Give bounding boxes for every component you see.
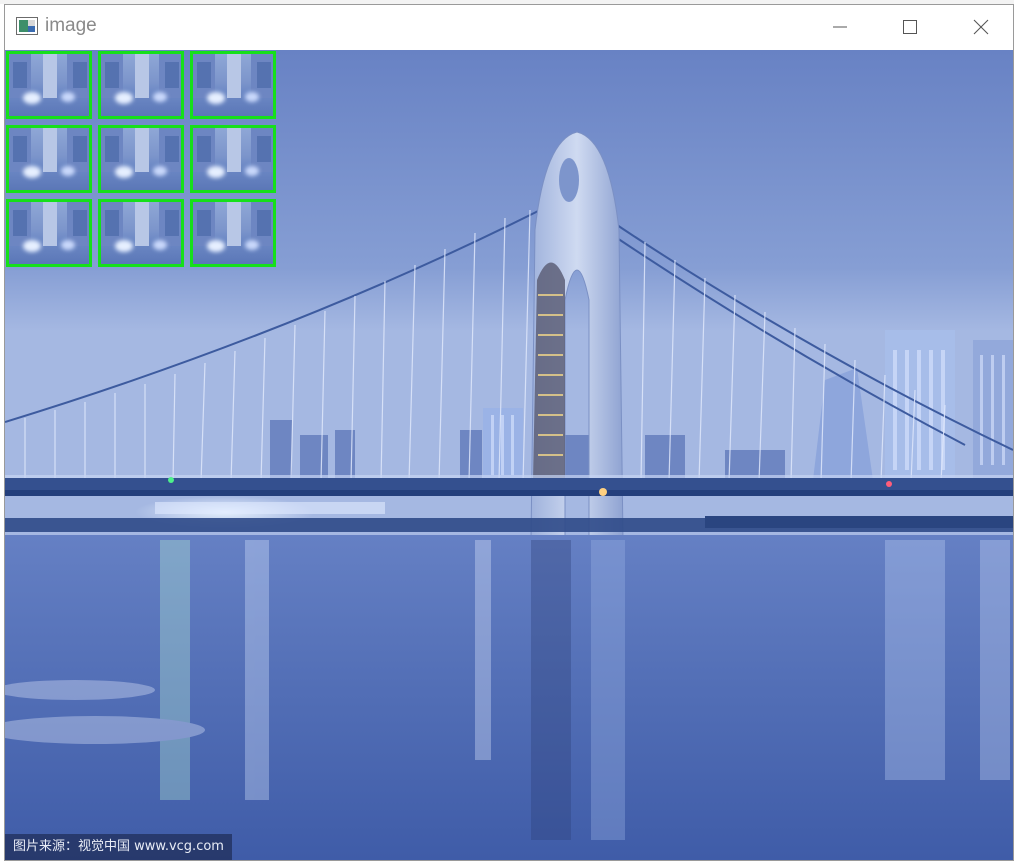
image-window: image 图片来源：视觉中国 www.vcg.com [4,4,1014,861]
close-icon [973,19,989,35]
minimize-button[interactable] [817,5,863,50]
app-icon [16,17,38,35]
maximize-button[interactable] [887,5,933,50]
image-canvas: 图片来源：视觉中国 www.vcg.com [5,50,1013,860]
close-button[interactable] [958,5,1004,50]
river-water [5,535,1013,860]
thumbnail [190,125,276,193]
bridge-deck [5,475,1013,496]
thumbnail [6,199,92,267]
thumbnail-grid [6,51,282,273]
thumbnail [6,125,92,193]
window-title: image [45,15,97,36]
thumbnail [98,125,184,193]
thumbnail [6,51,92,119]
image-watermark: 图片来源：视觉中国 www.vcg.com [5,834,232,860]
minimize-icon [833,26,847,28]
maximize-icon [903,20,917,34]
thumbnail [98,199,184,267]
thumbnail [98,51,184,119]
thumbnail [190,199,276,267]
title-bar[interactable]: image [5,5,1013,50]
thumbnail [190,51,276,119]
